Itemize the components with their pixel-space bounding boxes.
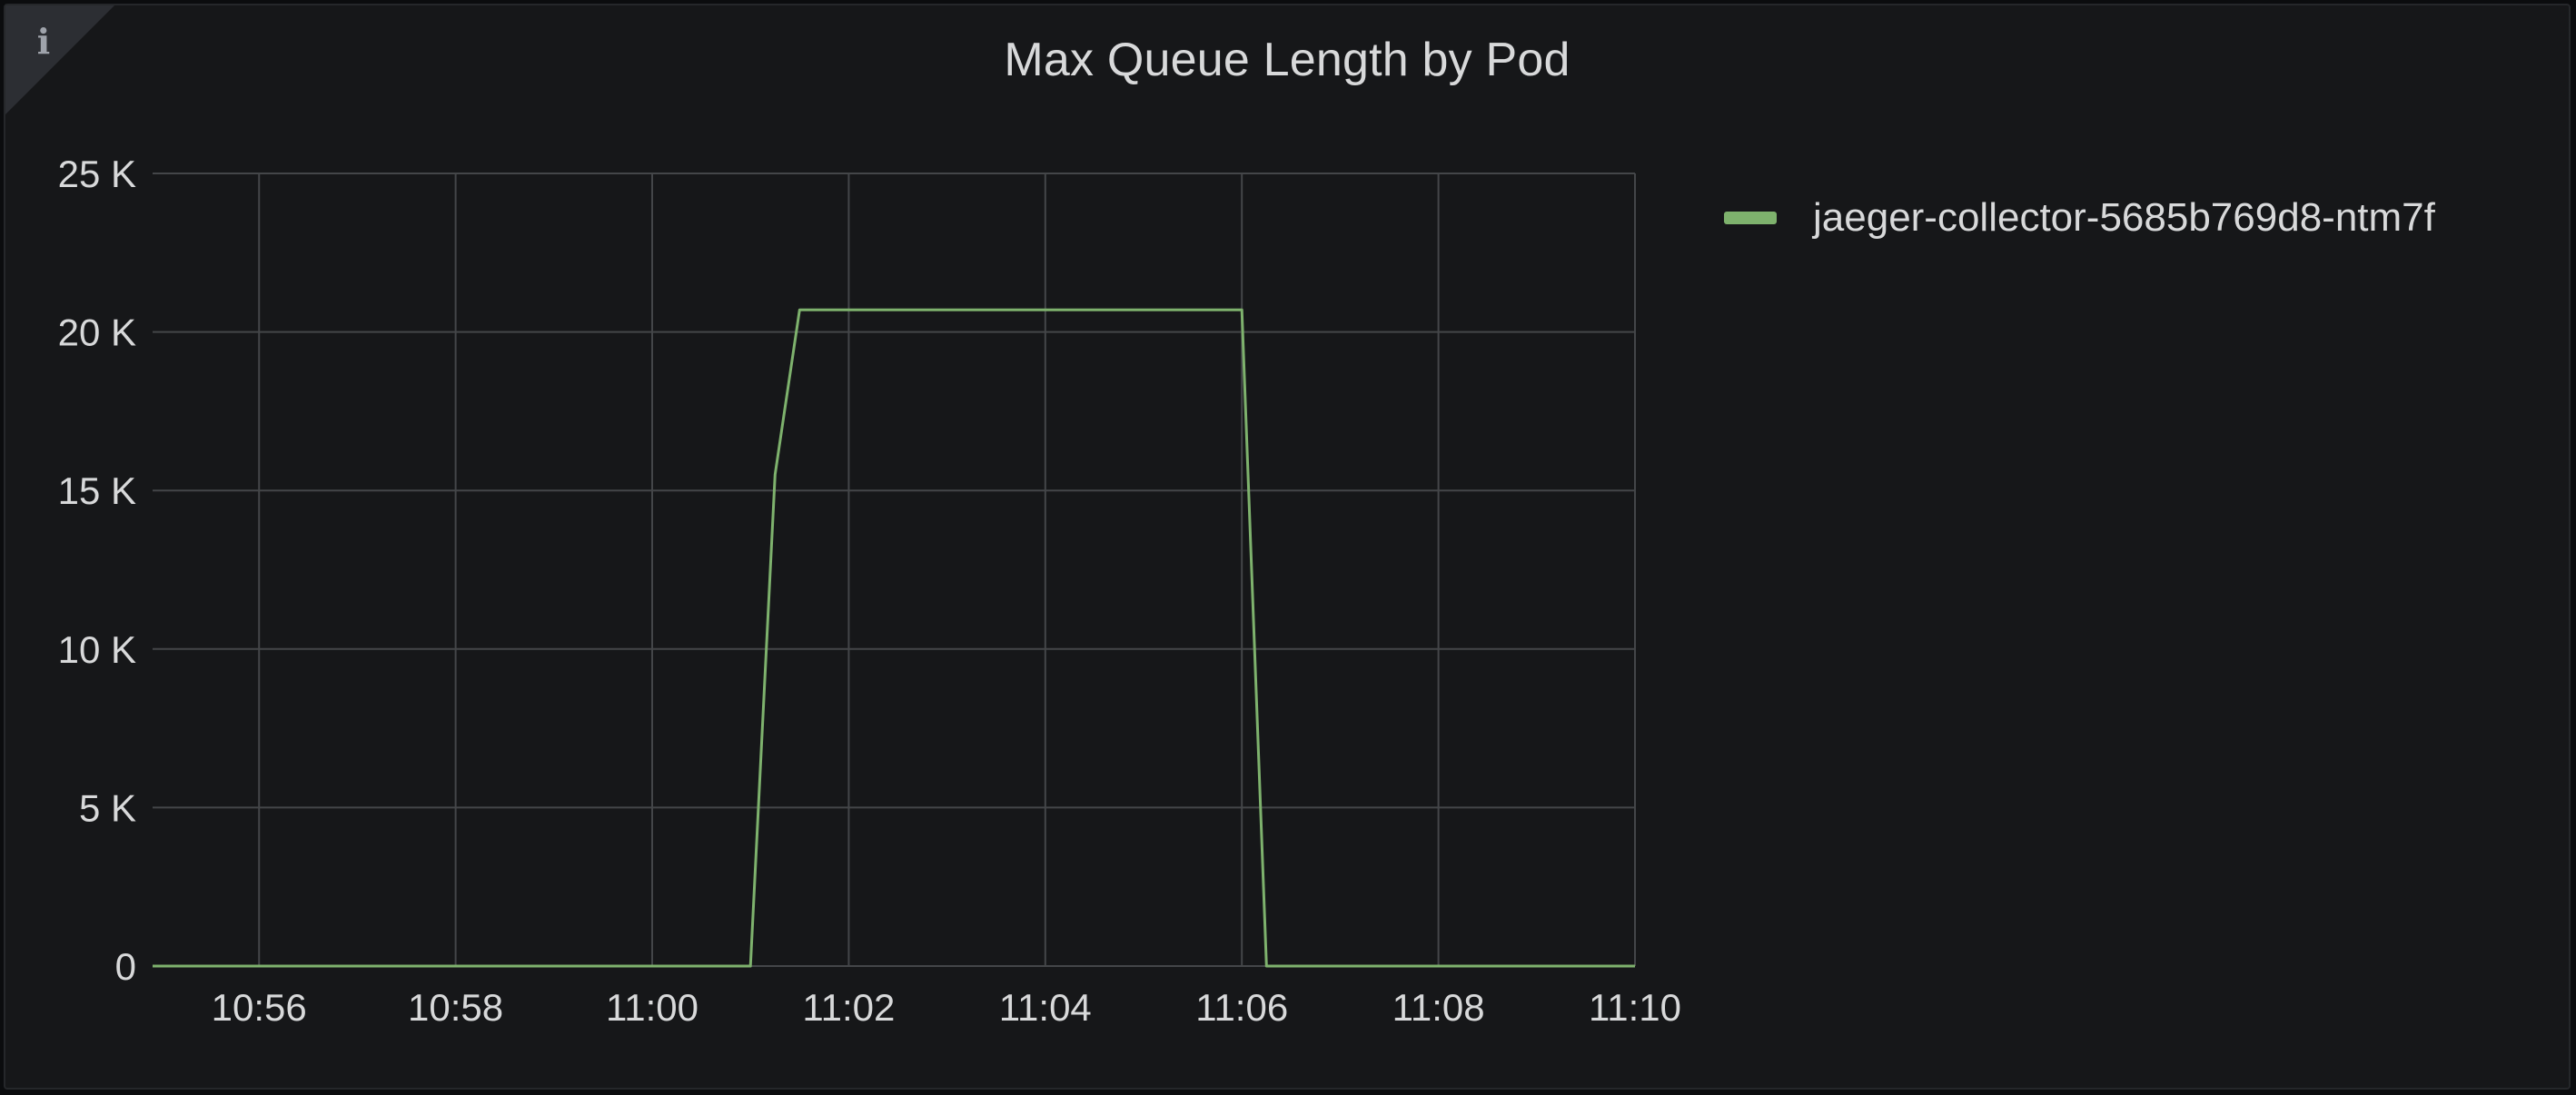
series-line[interactable] [153,308,1635,968]
line-chart: 0 5 K 10 K 15 K 20 K 25 K 10:56 10:58 11:00 11:0… [58,153,1681,1029]
series-lines [153,308,1635,968]
y-axis-labels: 0 5 K 10 K 15 K 20 K 25 K [58,153,136,988]
legend[interactable]: jaeger-collector-5685b769d8-ntm7f [1724,191,2435,245]
x-tick-label: 10:58 [408,986,503,1029]
x-tick-label: 11:06 [1195,986,1288,1029]
y-tick-label: 0 [115,945,136,988]
y-tick-label: 15 K [58,469,136,512]
x-axis-labels: 10:56 10:58 11:00 11:02 11:04 11:06 11:08 11:10 [212,986,1681,1029]
legend-swatch [1724,212,1777,224]
y-tick-label: 20 K [58,311,136,354]
y-tick-label: 5 K [79,786,136,829]
x-tick-label: 11:02 [802,986,895,1029]
x-tick-label: 11:08 [1392,986,1485,1029]
x-tick-label: 11:04 [999,986,1092,1029]
x-tick-label: 10:56 [212,986,307,1029]
x-tick-label: 11:00 [606,986,698,1029]
chart-panel: i Max Queue Length by Pod 05 K 10 K 15 K 20… [4,4,2571,1090]
y-tick-label: 25 K [58,153,136,195]
y-tick-label: 10 K [58,628,136,671]
grid [153,173,1636,967]
legend-series-label[interactable]: jaeger-collector-5685b769d8-ntm7f [1813,195,2435,241]
x-tick-label: 11:10 [1589,986,1681,1029]
